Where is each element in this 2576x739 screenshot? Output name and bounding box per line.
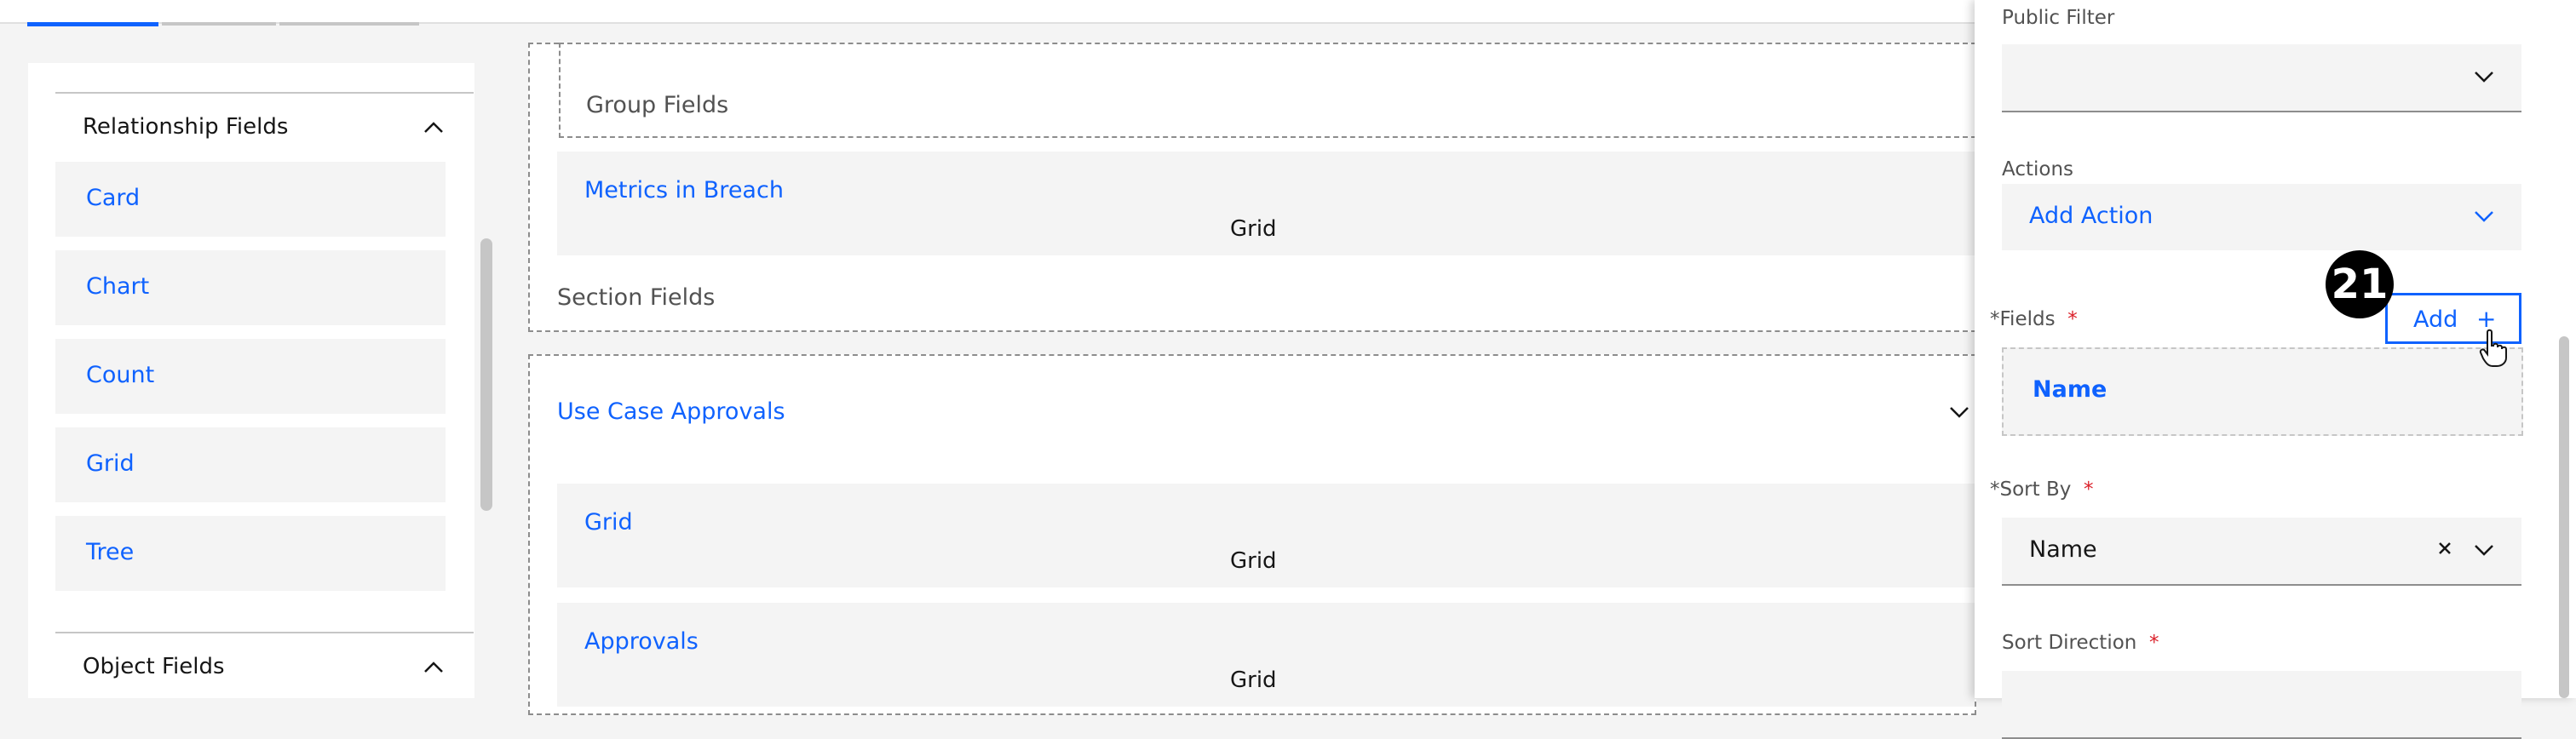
hand-cursor-icon xyxy=(2479,329,2507,367)
sort-by-label: *Sort By * xyxy=(1990,478,2094,501)
required-asterisk: * xyxy=(2083,478,2094,501)
approvals-card-type: Grid xyxy=(1230,667,1277,693)
chevron-down-icon xyxy=(2475,211,2493,222)
required-asterisk: * xyxy=(2149,632,2159,654)
sort-by-value: Name xyxy=(2029,536,2097,563)
properties-scrollbar[interactable] xyxy=(2559,336,2569,698)
actions-select[interactable]: Add Action xyxy=(2002,184,2521,250)
palette-item-chart[interactable]: Chart xyxy=(55,250,446,325)
object-fields-header[interactable]: Object Fields xyxy=(83,654,225,679)
divider xyxy=(55,632,474,633)
tab-second[interactable] xyxy=(162,0,276,26)
palette-item-tree[interactable]: Tree xyxy=(55,516,446,591)
sort-direction-select[interactable] xyxy=(2002,671,2521,739)
palette-item-card[interactable]: Card xyxy=(55,162,446,237)
field-name-item[interactable]: Name xyxy=(2033,376,2107,403)
use-case-approvals-title[interactable]: Use Case Approvals xyxy=(557,398,785,425)
chevron-down-icon[interactable] xyxy=(1949,405,1969,419)
add-action-value: Add Action xyxy=(2029,203,2153,229)
approvals-card-title[interactable]: Approvals xyxy=(584,628,699,655)
tab-bar xyxy=(0,0,1975,26)
metrics-in-breach-type: Grid xyxy=(1230,216,1277,242)
required-asterisk: * xyxy=(2067,308,2078,330)
section-fields-label: Section Fields xyxy=(557,284,716,311)
group-fields-label: Group Fields xyxy=(586,92,729,118)
sort-direction-label: Sort Direction * xyxy=(2002,632,2159,654)
required-mark: * xyxy=(1990,478,2000,501)
chevron-down-icon xyxy=(2475,545,2493,556)
public-filter-select[interactable] xyxy=(2002,44,2521,112)
palette-item-grid[interactable]: Grid xyxy=(55,427,446,502)
metrics-in-breach-title[interactable]: Metrics in Breach xyxy=(584,177,784,203)
actions-label: Actions xyxy=(2002,158,2074,180)
field-palette-panel: Relationship Fields Card Chart Count Gri… xyxy=(28,63,474,698)
public-filter-label: Public Filter xyxy=(2002,7,2115,29)
layout-canvas: Group Fields Metrics in Breach Grid Sect… xyxy=(528,43,1976,715)
chevron-up-icon[interactable] xyxy=(423,119,444,136)
tab-third[interactable] xyxy=(279,0,419,26)
step-badge: 21 xyxy=(2326,250,2394,318)
relationship-fields-header[interactable]: Relationship Fields xyxy=(83,114,288,140)
fields-list[interactable]: Name xyxy=(2002,347,2523,436)
fields-label: *Fields * xyxy=(1990,308,2078,330)
palette-scrollbar[interactable] xyxy=(480,238,492,511)
grid-card-title[interactable]: Grid xyxy=(584,509,633,536)
tab-active[interactable] xyxy=(27,0,158,26)
grid-card-type: Grid xyxy=(1230,548,1277,574)
divider xyxy=(55,92,474,94)
clear-icon[interactable] xyxy=(2436,540,2453,557)
sort-by-select[interactable]: Name xyxy=(2002,518,2521,586)
palette-item-count[interactable]: Count xyxy=(55,339,446,414)
chevron-down-icon xyxy=(2475,72,2493,83)
group-fields-box[interactable] xyxy=(559,43,1976,138)
required-mark: * xyxy=(1990,308,2000,330)
chevron-up-icon[interactable] xyxy=(423,659,444,676)
